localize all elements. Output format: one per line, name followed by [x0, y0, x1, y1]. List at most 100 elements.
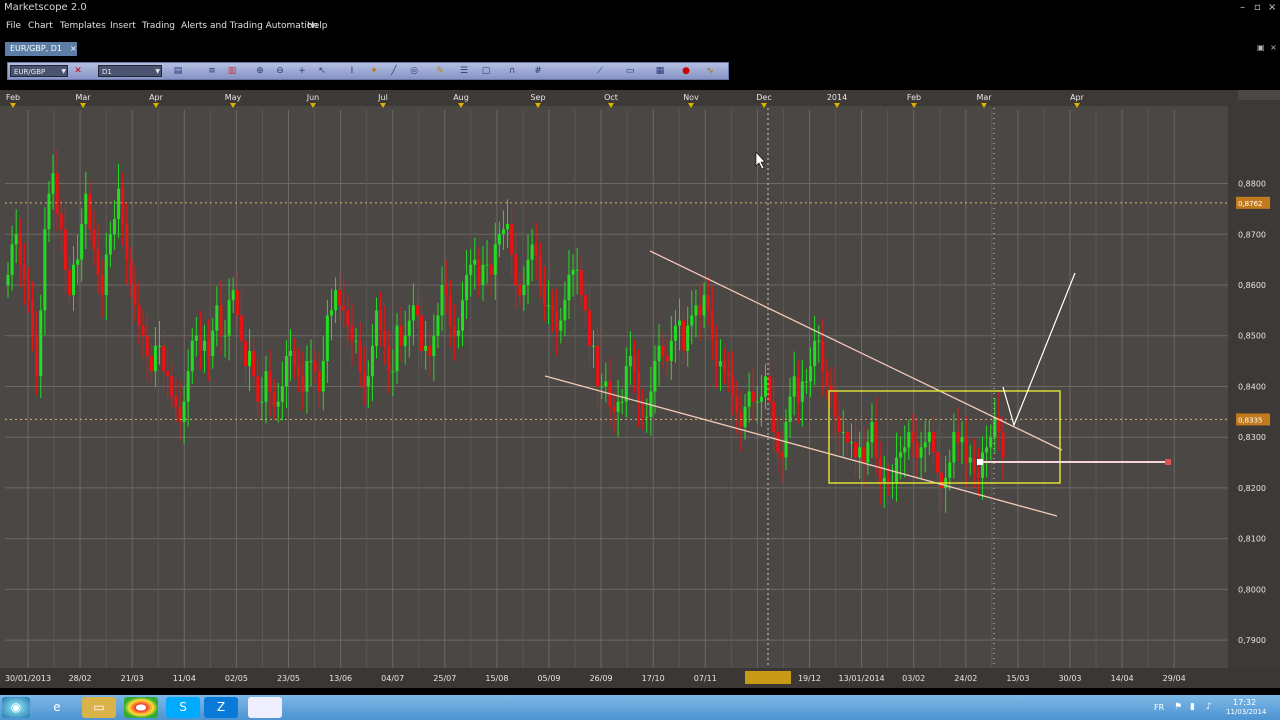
- maximize-icon[interactable]: ▫: [1254, 2, 1261, 13]
- window-icon[interactable]: ▢: [480, 66, 492, 77]
- draw-line-icon[interactable]: ⟋: [594, 66, 606, 77]
- magnet-icon[interactable]: ∩: [506, 66, 518, 77]
- explorer-folder-icon[interactable]: ▭: [82, 697, 116, 718]
- chart-type-icon[interactable]: ▤: [172, 66, 184, 77]
- timeframe-select[interactable]: D1 ▼: [98, 65, 162, 77]
- candle-body: [219, 305, 223, 336]
- y-tick-label: 0,8300: [1238, 433, 1266, 442]
- cursor-icon[interactable]: ↖: [316, 66, 328, 77]
- support-line-handle: [1165, 459, 1171, 465]
- menu-alerts[interactable]: Alerts and Trading Automation: [181, 21, 318, 31]
- minimize-icon[interactable]: –: [1240, 2, 1245, 13]
- candle-body: [141, 325, 145, 336]
- candle-body: [948, 462, 952, 478]
- x-tick-label: 14/04: [1111, 674, 1134, 683]
- candle-body: [559, 320, 563, 331]
- close-chart-icon[interactable]: ×: [1270, 43, 1277, 52]
- clock-date[interactable]: 11/03/2014: [1226, 708, 1266, 716]
- rectangle-icon[interactable]: ▭: [624, 66, 636, 77]
- tab-eurgbp[interactable]: EUR/GBP, D1: [5, 42, 77, 56]
- tab-close-icon[interactable]: ×: [70, 42, 77, 56]
- candle-body: [162, 345, 166, 372]
- candle-body: [661, 345, 665, 357]
- fibonacci-icon[interactable]: ☰: [458, 66, 470, 77]
- candle-body: [571, 269, 575, 275]
- candles-icon[interactable]: ▥: [226, 66, 238, 77]
- month-label: Mar: [75, 93, 91, 102]
- menu-trading[interactable]: Trading: [142, 21, 175, 31]
- flag-icon[interactable]: ⚑: [1174, 702, 1182, 712]
- x-tick-label: 23/05: [277, 674, 300, 683]
- browser-ie-icon[interactable]: e: [40, 697, 74, 718]
- menu-insert[interactable]: Insert: [110, 21, 136, 31]
- symbol-select[interactable]: EUR/GBP ▼: [10, 65, 68, 77]
- crosshair-icon[interactable]: +: [296, 66, 308, 77]
- table-icon[interactable]: ▦: [654, 66, 666, 77]
- restore-chart-icon[interactable]: ▣: [1257, 43, 1265, 52]
- text-tool-icon[interactable]: I: [346, 66, 358, 77]
- pin-icon[interactable]: ●: [680, 66, 692, 77]
- candle-body: [907, 432, 911, 448]
- menu-templates[interactable]: Templates: [60, 21, 106, 31]
- close-icon[interactable]: ×: [1268, 2, 1276, 13]
- line-tool-icon[interactable]: ╱: [388, 66, 400, 77]
- candle-body: [678, 320, 682, 326]
- pencil-icon[interactable]: ✎: [434, 66, 446, 77]
- candle-body: [628, 356, 632, 367]
- zoom-out-icon[interactable]: ⊖: [274, 66, 286, 77]
- candle-body: [346, 310, 350, 326]
- x-tick-label: 30/03: [1058, 674, 1081, 683]
- candle-body: [354, 340, 358, 342]
- remove-symbol-icon[interactable]: ✕: [72, 66, 84, 77]
- candle-body: [604, 381, 608, 387]
- month-label: Dec: [756, 93, 771, 102]
- candle-body: [690, 315, 694, 326]
- grid-icon[interactable]: #: [532, 66, 544, 77]
- windows-taskbar: ◉ e ▭ S Z FR ⚑ ▮ ♪ 17:32 11/03/2014: [0, 695, 1280, 720]
- indicators-icon[interactable]: ≡: [206, 66, 218, 77]
- x-tick-label: 07/11: [694, 674, 717, 683]
- skype-icon[interactable]: S: [166, 697, 200, 718]
- channel-tool-icon[interactable]: ◎: [408, 66, 420, 77]
- candle-body: [976, 472, 980, 478]
- menu-file[interactable]: File: [6, 21, 21, 31]
- chart-area[interactable]: 0,8800 0,8700 0,8600 0,8500 0,8400 0,8300 0,82…: [0, 90, 1280, 688]
- y-tick-label: 0,8000: [1238, 585, 1266, 594]
- volume-icon[interactable]: ♪: [1206, 702, 1212, 712]
- x-tick-label: 05/09: [537, 674, 560, 683]
- menu-chart[interactable]: Chart: [28, 21, 53, 31]
- candle-body: [338, 290, 342, 306]
- x-tick-label: 02/05: [225, 674, 248, 683]
- month-label: May: [225, 93, 242, 102]
- candle-body: [383, 330, 387, 346]
- candle-body: [493, 244, 497, 275]
- candle-body: [477, 259, 481, 286]
- candle-body: [882, 477, 886, 483]
- candle-body: [899, 452, 903, 458]
- start-button-icon[interactable]: ◉: [2, 697, 30, 718]
- marketscope-icon[interactable]: Z: [204, 697, 238, 718]
- wave-icon[interactable]: ∿: [704, 66, 716, 77]
- month-label: Feb: [6, 93, 20, 102]
- network-icon[interactable]: ▮: [1190, 702, 1195, 712]
- candle-body: [448, 295, 452, 326]
- price-chart[interactable]: 0,8800 0,8700 0,8600 0,8500 0,8400 0,8300 0,82…: [0, 90, 1280, 688]
- window-app-icon[interactable]: [248, 697, 282, 718]
- candle-body: [112, 219, 116, 235]
- alert-icon[interactable]: ✦: [368, 66, 380, 77]
- chrome-icon[interactable]: [124, 697, 158, 718]
- y-tick-label: 0,8800: [1238, 180, 1266, 189]
- candle-body: [645, 416, 649, 418]
- language-indicator[interactable]: FR: [1154, 703, 1164, 712]
- y-tick-label: 0,8600: [1238, 281, 1266, 290]
- candle-body: [268, 371, 272, 392]
- candle-body: [108, 234, 112, 255]
- candle-body: [284, 356, 288, 387]
- candle-body: [174, 396, 178, 407]
- zoom-in-icon[interactable]: ⊕: [254, 66, 266, 77]
- menu-help[interactable]: Help: [307, 21, 328, 31]
- candle-body: [817, 340, 821, 342]
- candle-body: [325, 315, 329, 362]
- clock-time[interactable]: 17:32: [1233, 698, 1256, 707]
- candle-body: [88, 193, 92, 230]
